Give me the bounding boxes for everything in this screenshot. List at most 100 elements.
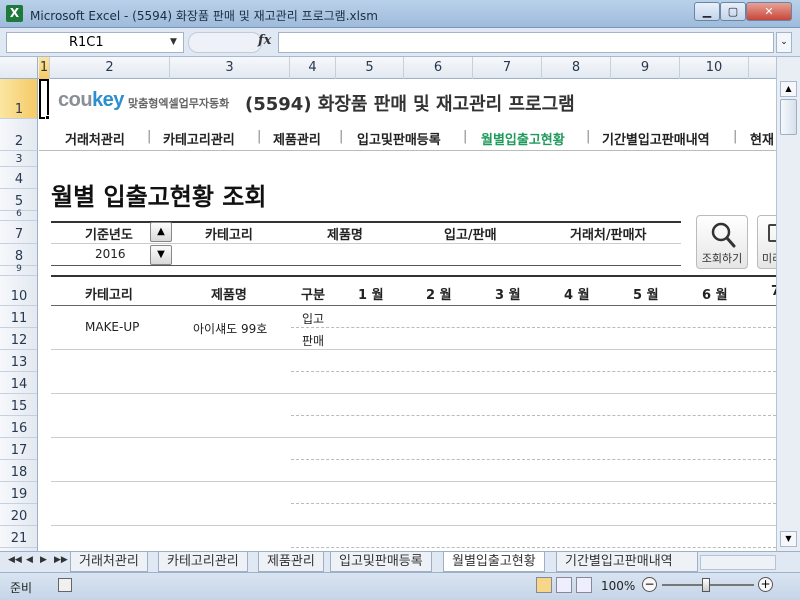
- normal-view-icon[interactable]: [536, 577, 552, 593]
- fill-handle[interactable]: [45, 115, 50, 120]
- scroll-thumb[interactable]: [780, 99, 797, 135]
- row-header[interactable]: 1: [0, 79, 37, 119]
- sheet-tab-products[interactable]: 제품관리: [258, 552, 324, 572]
- row-header[interactable]: 19: [0, 482, 37, 504]
- excel-app-icon[interactable]: X: [6, 5, 23, 22]
- nav-separator: |: [733, 129, 738, 144]
- sheet-tab-period[interactable]: 기간별입고판매내역: [556, 552, 698, 572]
- page-layout-view-icon[interactable]: [556, 577, 572, 593]
- row-divider: [51, 393, 776, 394]
- expand-formula-bar-button[interactable]: ⌄: [776, 32, 792, 53]
- scroll-down-icon[interactable]: ▼: [780, 531, 797, 547]
- zoom-slider-thumb[interactable]: [702, 578, 710, 592]
- preview-button[interactable]: 미리: [757, 215, 776, 269]
- row-header[interactable]: 15: [0, 394, 37, 416]
- year-up-button[interactable]: ▲: [150, 222, 172, 242]
- table-header-type: 구분: [301, 288, 325, 303]
- row-header[interactable]: 4: [0, 167, 37, 189]
- minimize-button[interactable]: ▁: [694, 2, 720, 21]
- column-header[interactable]: 8: [542, 57, 611, 79]
- next-sheet-icon[interactable]: ▶: [40, 555, 47, 565]
- row-header[interactable]: 2: [0, 119, 37, 151]
- row-header[interactable]: 17: [0, 438, 37, 460]
- row-header[interactable]: 7: [0, 221, 37, 244]
- nav-item-period-history[interactable]: 기간별입고판매내역: [602, 129, 710, 148]
- name-box-dropdown-icon[interactable]: ▼: [170, 37, 177, 47]
- table-cell-product[interactable]: 아이섀도 99호: [193, 320, 267, 337]
- formula-input[interactable]: [278, 32, 774, 53]
- column-header[interactable]: 7: [473, 57, 542, 79]
- row-header[interactable]: 11: [0, 306, 37, 328]
- table-cell-category[interactable]: MAKE-UP: [85, 320, 139, 334]
- page-break-view-icon[interactable]: [576, 577, 592, 593]
- nav-item-monthly-status[interactable]: 월별입출고현황: [481, 129, 565, 148]
- close-button[interactable]: ✕: [746, 2, 792, 21]
- nav-item-stock-sales-entry[interactable]: 입고및판매등록: [357, 129, 441, 148]
- row-header[interactable]: 18: [0, 460, 37, 482]
- column-header[interactable]: 5: [336, 57, 404, 79]
- vertical-scrollbar[interactable]: ▲ ▼: [776, 57, 800, 551]
- formula-bar: R1C1 ▼ fx ⌄: [0, 28, 800, 57]
- last-sheet-icon[interactable]: ▶▶: [54, 555, 68, 565]
- macro-record-icon[interactable]: [58, 578, 72, 592]
- row-divider: [291, 459, 776, 460]
- row-divider: [51, 349, 776, 350]
- nav-item-clients[interactable]: 거래처관리: [65, 129, 125, 148]
- nav-item-products[interactable]: 제품관리: [273, 129, 321, 148]
- column-header[interactable]: 4: [290, 57, 336, 79]
- table-header-month: 1 월: [358, 288, 384, 303]
- row-header[interactable]: 10: [0, 276, 37, 306]
- row-header[interactable]: 12: [0, 328, 37, 350]
- zoom-in-icon[interactable]: +: [758, 577, 773, 592]
- row-header[interactable]: 9: [0, 264, 37, 276]
- horizontal-scrollbar[interactable]: [700, 555, 776, 570]
- scroll-up-icon[interactable]: ▲: [780, 81, 797, 97]
- formula-buttons[interactable]: [188, 32, 262, 53]
- zoom-out-icon[interactable]: −: [642, 577, 657, 592]
- active-cell[interactable]: [39, 79, 49, 119]
- column-header[interactable]: 3: [170, 57, 290, 79]
- nav-separator: |: [463, 129, 468, 144]
- sheet-tab-monthly[interactable]: 월별입출고현황: [443, 552, 545, 572]
- row-header[interactable]: 6: [0, 209, 37, 221]
- magnifier-icon: [711, 222, 736, 248]
- sheet-tab-clients[interactable]: 거래처관리: [70, 552, 148, 572]
- row-header[interactable]: 13: [0, 350, 37, 372]
- row-header[interactable]: 16: [0, 416, 37, 438]
- row-divider: [291, 371, 776, 372]
- nav-separator: |: [586, 129, 591, 144]
- first-sheet-icon[interactable]: ◀◀: [8, 555, 22, 565]
- year-down-button[interactable]: ▼: [150, 245, 172, 265]
- document-icon: [768, 224, 776, 242]
- filter-label-vendor: 거래처/판매자: [570, 228, 647, 243]
- row-header[interactable]: 14: [0, 372, 37, 394]
- sheet-tab-stock-sales[interactable]: 입고및판매등록: [330, 552, 432, 572]
- column-header[interactable]: 6: [404, 57, 473, 79]
- logo-tagline: 맞춤형엑셀업무자동화: [128, 97, 230, 110]
- column-header[interactable]: 2: [50, 57, 170, 79]
- row-header[interactable]: 5: [0, 189, 37, 211]
- column-header[interactable]: 9: [611, 57, 680, 79]
- row-header[interactable]: 20: [0, 504, 37, 526]
- row-header[interactable]: 21: [0, 526, 37, 548]
- select-all-button[interactable]: [0, 57, 38, 79]
- search-button[interactable]: 조회하기: [696, 215, 748, 269]
- nav-item-categories[interactable]: 카테고리관리: [163, 129, 235, 148]
- worksheet[interactable]: coukey 맞춤형엑셀업무자동화 (5594) 화장품 판매 및 재고관리 프…: [39, 79, 776, 551]
- prev-sheet-icon[interactable]: ◀: [26, 555, 33, 565]
- year-value[interactable]: 2016: [95, 247, 126, 261]
- nav-item-current[interactable]: 현재: [750, 129, 774, 148]
- insert-function-icon[interactable]: fx: [258, 33, 271, 48]
- column-header[interactable]: 1: [39, 57, 50, 79]
- column-header[interactable]: 10: [680, 57, 749, 79]
- row-header[interactable]: 8: [0, 244, 37, 266]
- table-cell-type-out[interactable]: 판매: [302, 332, 324, 349]
- table-cell-type-in[interactable]: 입고: [302, 310, 324, 327]
- sheet-tab-categories[interactable]: 카테고리관리: [158, 552, 248, 572]
- row-header[interactable]: 3: [0, 151, 37, 167]
- maximize-button[interactable]: ▢: [720, 2, 746, 21]
- name-box[interactable]: R1C1: [6, 32, 184, 53]
- filter-top-border: [51, 221, 681, 223]
- zoom-level[interactable]: 100%: [601, 579, 635, 593]
- filter-label-category: 카테고리: [205, 228, 253, 243]
